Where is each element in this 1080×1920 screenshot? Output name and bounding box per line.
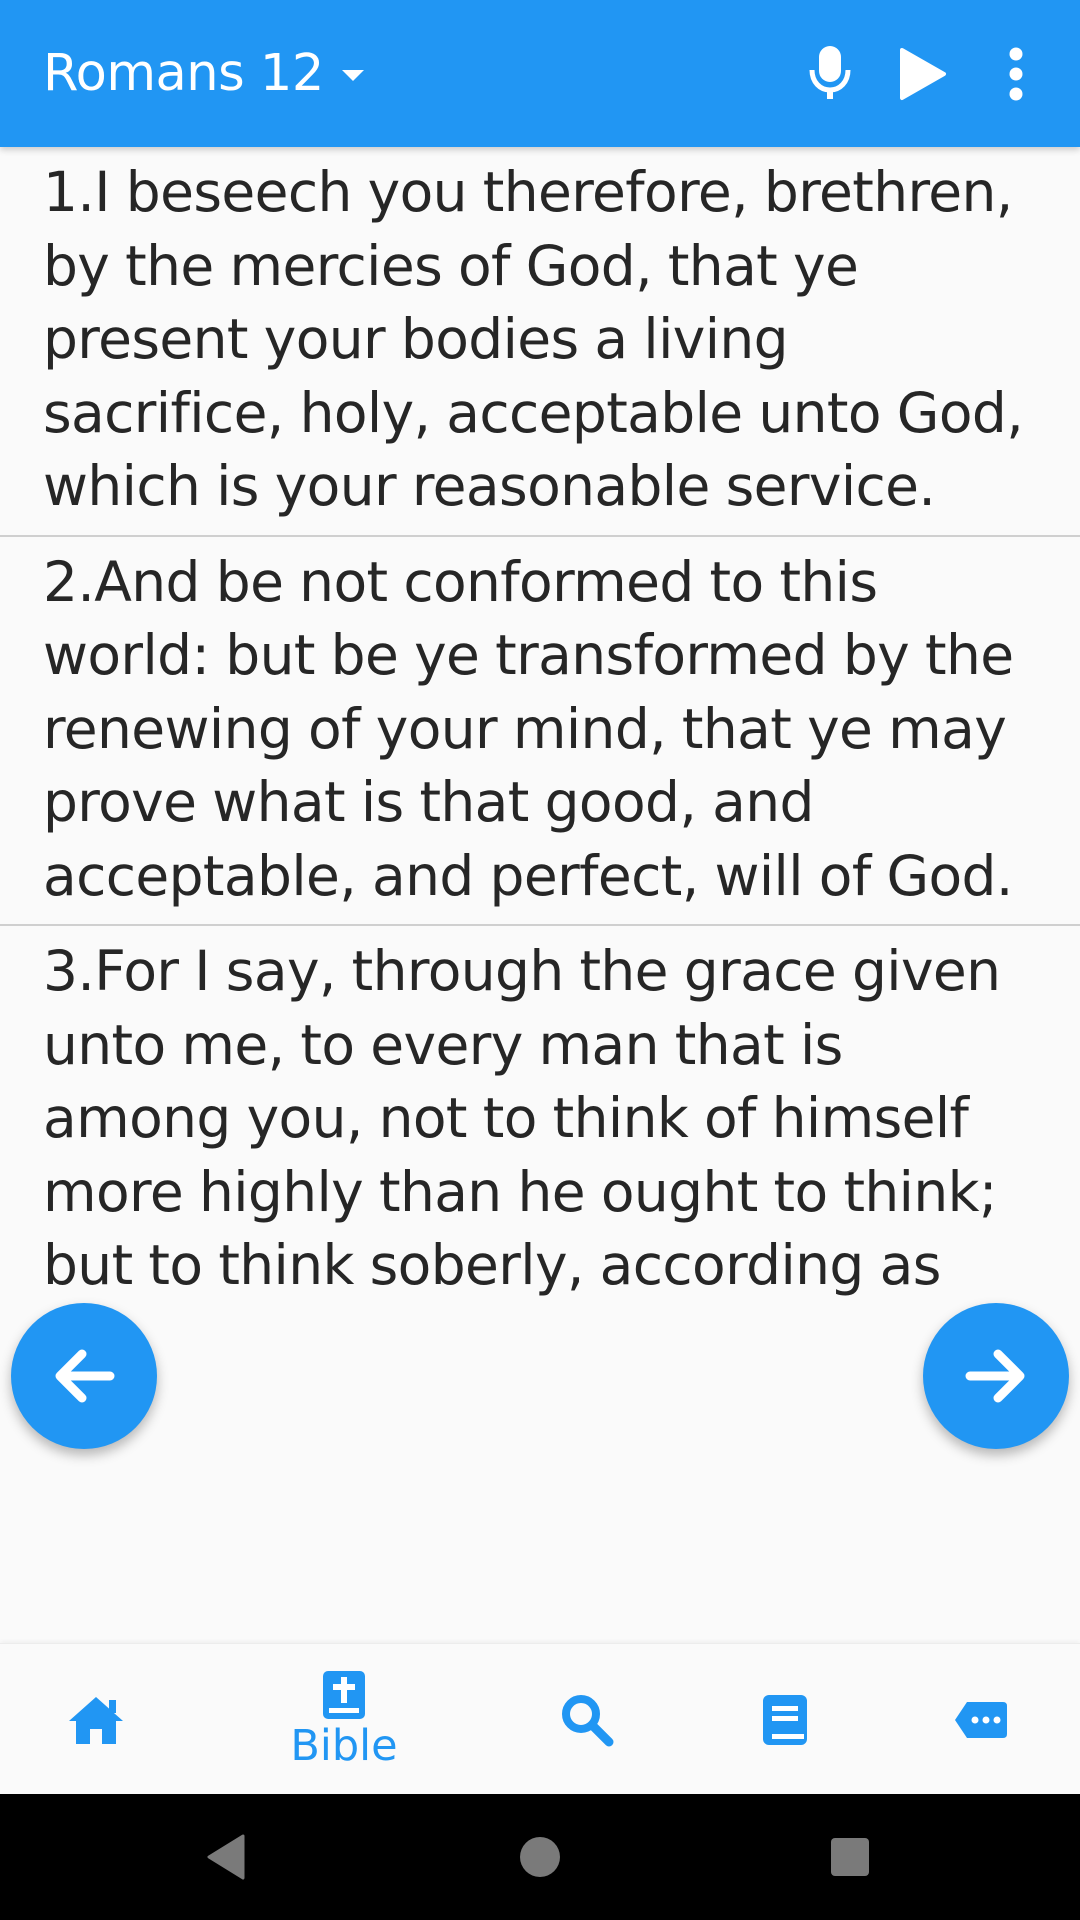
system-navigation-bar [0, 1794, 1080, 1920]
book-icon [763, 1694, 807, 1745]
verse-item[interactable]: 3.For I say, through the grace given unt… [0, 926, 1080, 1314]
app-bar: Romans 12 [0, 0, 1080, 147]
verse-item[interactable]: 2.And be not conformed to this world: bu… [0, 537, 1080, 926]
more-vert-icon[interactable] [980, 38, 1052, 110]
chapter-title: Romans 12 [43, 44, 324, 103]
back-icon[interactable] [166, 1794, 286, 1920]
mic-icon[interactable] [794, 38, 866, 110]
bible-icon [323, 1670, 365, 1719]
arrow-right-icon [965, 1349, 1025, 1403]
arrow-left-icon [55, 1349, 115, 1403]
home-circle-icon[interactable] [480, 1794, 600, 1920]
nav-bible[interactable]: Bible [264, 1644, 424, 1795]
verse-item[interactable]: 1.I beseech you therefore, brethren, by … [0, 147, 1080, 537]
nav-search[interactable] [527, 1644, 647, 1795]
home-icon [69, 1696, 123, 1744]
search-icon [562, 1694, 614, 1746]
play-icon[interactable] [887, 38, 959, 110]
nav-bible-label: Bible [290, 1720, 398, 1771]
verse-list[interactable]: 1.I beseech you therefore, brethren, by … [0, 147, 1080, 1643]
bottom-navigation: Bible [0, 1643, 1080, 1795]
dropdown-caret-icon [341, 70, 364, 81]
chapter-selector[interactable]: Romans 12 [43, 0, 364, 147]
chat-bubble-icon [955, 1701, 1007, 1738]
recents-icon[interactable] [790, 1794, 910, 1920]
nav-home[interactable] [36, 1644, 156, 1795]
nav-more[interactable] [921, 1644, 1041, 1795]
previous-chapter-button[interactable] [11, 1303, 157, 1449]
nav-reading-plans[interactable] [725, 1644, 845, 1795]
next-chapter-button[interactable] [923, 1303, 1069, 1449]
